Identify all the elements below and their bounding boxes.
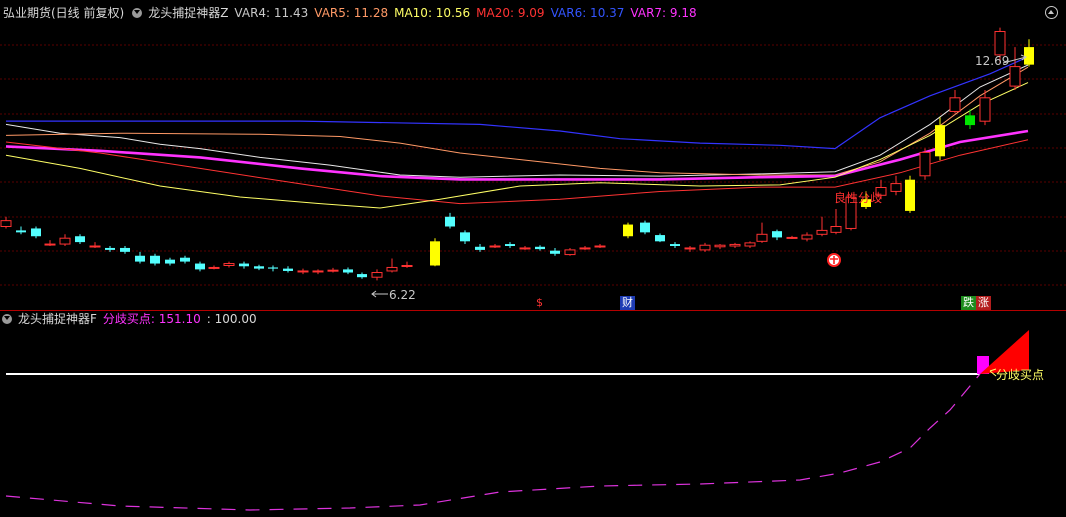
divergence-buy-value: 分歧买点: 151.10	[102, 312, 201, 326]
threshold-value: : 100.00	[206, 312, 257, 326]
divergence-buy-label: 分歧买点	[996, 368, 1045, 382]
divergence-line	[5, 373, 981, 511]
sub-indicator-name: 龙头捕捉神器F	[18, 312, 97, 326]
indicator-chart[interactable]	[0, 0, 1066, 517]
sub-indicator-menu-icon[interactable]	[2, 314, 12, 324]
sub-chart-header: 龙头捕捉神器F 分歧买点: 151.10 : 100.00	[0, 308, 263, 330]
